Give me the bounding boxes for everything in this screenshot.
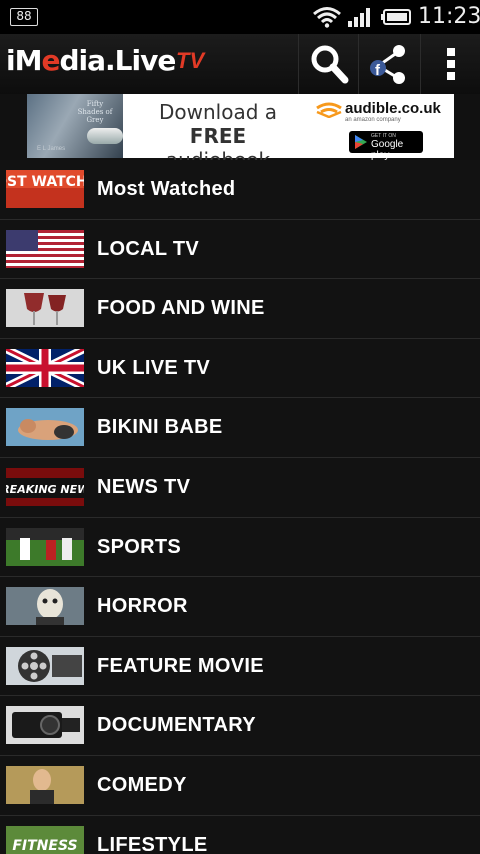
- audible-brand: audible.co.uk: [345, 100, 441, 117]
- category-label: Most Watched: [97, 178, 236, 200]
- share-icon: f: [369, 45, 405, 84]
- logo-text-3: dia.: [59, 44, 115, 77]
- overflow-menu-button[interactable]: [420, 34, 480, 94]
- battery-level-indicator: 88: [10, 8, 38, 26]
- category-label: BIKINI BABE: [97, 416, 223, 439]
- category-item-news-tv[interactable]: BREAKING NEWS NEWS TV: [0, 457, 480, 518]
- category-label: LIFESTYLE: [97, 833, 208, 854]
- category-item-most-watched[interactable]: MOST WATCHED Most Watched: [0, 160, 480, 220]
- logo-text-4: Live: [114, 44, 177, 77]
- fitness-thumb-text: FITNESS: [12, 838, 77, 854]
- category-label: NEWS TV: [97, 475, 191, 498]
- book-title: Fifty Shades of Grey: [77, 100, 113, 124]
- category-item-comedy[interactable]: COMEDY: [0, 755, 480, 816]
- category-label: FOOD AND WINE: [97, 297, 265, 320]
- breaking-news-thumb-text: BREAKING NEWS: [6, 483, 84, 496]
- ad-line1-bold: FREE: [189, 124, 247, 148]
- category-item-feature-movie[interactable]: FEATURE MOVIE: [0, 636, 480, 697]
- tie-image: [87, 128, 123, 144]
- book-author: E L James: [37, 146, 66, 152]
- category-item-lifestyle[interactable]: FITNESS LIFESTYLE: [0, 815, 480, 854]
- film-reel-thumbnail: [6, 646, 84, 685]
- bikini-thumbnail: [6, 408, 84, 447]
- battery-icon: [381, 9, 411, 25]
- wine-glasses-thumbnail: [6, 289, 84, 328]
- clock: 11:23: [418, 4, 480, 29]
- category-list: MOST WATCHED Most Watched LOCAL TV FOOD …: [0, 160, 480, 854]
- uk-flag-thumbnail: [6, 348, 84, 387]
- share-button[interactable]: f: [358, 34, 418, 94]
- google-play-badge[interactable]: GET IT ON Google play: [349, 131, 423, 161]
- status-bar: 88 11:23: [0, 0, 480, 34]
- category-item-bikini-babe[interactable]: BIKINI BABE: [0, 398, 480, 458]
- action-bar: iMedia.Live TV f: [0, 34, 480, 94]
- logo-text-2: e: [41, 44, 60, 77]
- search-icon: [311, 45, 348, 84]
- category-item-uk-live-tv[interactable]: UK LIVE TV: [0, 338, 480, 399]
- category-label: HORROR: [97, 595, 188, 618]
- play-store-icon: [355, 135, 367, 149]
- category-label: DOCUMENTARY: [97, 714, 256, 737]
- search-button[interactable]: [298, 34, 358, 94]
- category-label: UK LIVE TV: [97, 356, 211, 379]
- most-watched-thumbnail: MOST WATCHED: [6, 170, 84, 208]
- camera-thumbnail: [6, 706, 84, 745]
- category-item-local-tv[interactable]: LOCAL TV: [0, 219, 480, 280]
- signal-icon: [348, 8, 370, 27]
- category-label: FEATURE MOVIE: [97, 654, 264, 677]
- category-label: LOCAL TV: [97, 237, 200, 260]
- overflow-menu-icon: [446, 48, 455, 80]
- wifi-icon: [313, 7, 341, 28]
- fitness-thumbnail: FITNESS: [6, 825, 84, 854]
- breaking-news-thumbnail: BREAKING NEWS: [6, 467, 84, 506]
- ad-banner[interactable]: Fifty Shades of Grey E L James Download …: [27, 94, 454, 172]
- logo-tv-text: TV: [176, 48, 205, 73]
- google-play-text: Google play: [371, 139, 404, 161]
- category-label: COMEDY: [97, 773, 187, 796]
- category-item-documentary[interactable]: DOCUMENTARY: [0, 696, 480, 756]
- category-label: SPORTS: [97, 535, 182, 558]
- ad-line1-prefix: Download a: [158, 100, 278, 124]
- most-watched-thumb-text: MOST WATCHED: [6, 174, 84, 190]
- category-item-sports[interactable]: SPORTS: [0, 517, 480, 578]
- horror-thumbnail: [6, 587, 84, 626]
- app-logo[interactable]: iMedia.Live: [6, 44, 177, 84]
- audible-subtitle: an amazon company: [345, 117, 401, 123]
- audible-waves-icon: [316, 102, 342, 118]
- sports-thumbnail: [6, 527, 84, 566]
- category-item-food-and-wine[interactable]: FOOD AND WINE: [0, 279, 480, 339]
- audiobook-cover-image: Fifty Shades of Grey E L James: [27, 94, 123, 158]
- logo-text-1: iM: [6, 44, 42, 77]
- category-item-horror[interactable]: HORROR: [0, 577, 480, 637]
- comedy-thumbnail: [6, 765, 84, 804]
- us-flag-thumbnail: [6, 229, 84, 268]
